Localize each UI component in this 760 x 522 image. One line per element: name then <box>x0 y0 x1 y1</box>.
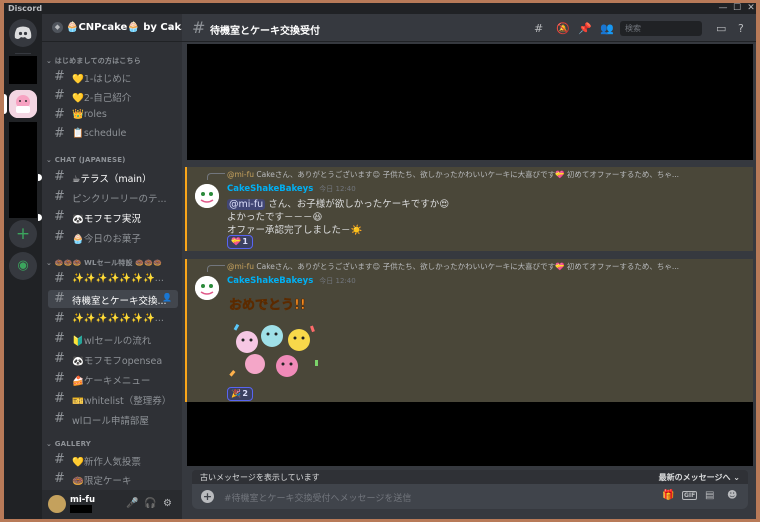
server-rail: + ◉ <box>4 14 42 519</box>
selected-server-pill <box>4 94 7 114</box>
message-input[interactable]: #待機室とケーキ交換受付へメッセージを送信 <box>224 491 411 504</box>
invite-icon[interactable]: 👤 <box>162 293 172 302</box>
channel-item[interactable]: # 🐼モフモフopensea <box>48 350 178 368</box>
message-author: CakeShakeBakeys 今日 12:40 <box>227 276 356 286</box>
category-chat[interactable]: ⌄ CHAT (JAPANESE) <box>46 156 126 164</box>
add-server-icon[interactable]: + <box>9 220 37 248</box>
channel-item[interactable]: # 🧁今日のお菓子 <box>48 228 178 246</box>
hidden-content <box>187 44 753 160</box>
reaction-button[interactable]: 🎉 2 <box>227 387 253 401</box>
category-gallery[interactable]: ⌄ GALLERY <box>46 440 91 448</box>
pin-icon[interactable]: 📌 <box>578 22 592 35</box>
reply-connector <box>207 265 225 272</box>
message-line: よかったです－－－😆 <box>227 212 323 223</box>
category-wl-sale[interactable]: ⌄ 🍩🍩🍩 WLセール特設 🍩🍩🍩 <box>46 258 162 268</box>
discord-logo-icon <box>14 26 32 39</box>
chat-area: # 待機室とケーキ交換受付 # 🔕 📌 👥 検索 ▭ ? @mi-fu Cake… <box>182 14 756 519</box>
message-line: オファー承認完了しました－☀️ <box>227 225 363 236</box>
server-icon-cnpcake[interactable] <box>9 90 37 118</box>
chevron-down-icon: ⌄ <box>167 21 176 32</box>
search-input[interactable]: 検索 <box>620 21 702 36</box>
headphones-icon[interactable]: 🎧 <box>144 498 156 509</box>
channel-item[interactable]: # ピンクリーリーのテ... <box>48 188 178 206</box>
mic-icon[interactable]: 🎤 <box>126 498 138 509</box>
sticker-text: おめでとう!! <box>229 298 306 314</box>
title-bar: Discord — ☐ ✕ <box>4 3 756 14</box>
channel-sidebar: ◆ 🧁CNPcake🧁 by Cak… ⌄ ⌄ はじめましての方はこちら # 💛1… <box>38 14 191 519</box>
user-panel: mi-fu 🎤 🎧 ⚙ <box>42 490 182 519</box>
chat-message[interactable]: @mi-fu Cakeさん、ありがとうございます😊 子供たち、欲しかったかわいい… <box>185 167 753 251</box>
help-icon[interactable]: ? <box>738 22 744 35</box>
older-messages-bar[interactable]: 古いメッセージを表示しています 最新のメッセージへ ⌄ <box>192 470 748 484</box>
settings-icon[interactable]: ⚙ <box>163 498 172 509</box>
attach-button[interactable]: + <box>201 490 214 503</box>
hidden-content <box>187 402 753 466</box>
threads-icon[interactable]: # <box>534 22 543 35</box>
reply-connector <box>207 173 225 180</box>
cake-avatar-icon <box>195 184 219 208</box>
channel-item[interactable]: # 🎫whitelist（整理券） <box>48 390 178 408</box>
server-boost-icon: ◆ <box>52 22 63 33</box>
explore-icon[interactable]: ◉ <box>9 252 37 280</box>
channel-title: 待機室とケーキ交換受付 <box>210 26 320 37</box>
server-icon-hidden[interactable] <box>9 56 37 84</box>
members-icon[interactable]: 👥 <box>600 22 614 35</box>
channel-item[interactable]: # ✨✨✨✨✨✨✨... <box>48 270 178 288</box>
message-line: @mi-fu さん、お子様が欲しかったケーキですか😍 <box>227 199 450 210</box>
chat-message[interactable]: @mi-fu Cakeさん、ありがとうございます😊 子供たち、欲しかったかわいい… <box>185 259 753 402</box>
channel-item[interactable]: # 💛新作人気投票 <box>48 451 178 469</box>
close-button[interactable]: ✕ <box>744 3 756 14</box>
reply-preview[interactable]: @mi-fu Cakeさん、ありがとうございます😊 子供たち、欲しかったかわいい… <box>227 261 727 272</box>
user-tag-hidden <box>70 505 92 513</box>
hashtag-icon: # <box>192 18 206 37</box>
channel-item[interactable]: # 👑roles <box>48 106 178 124</box>
inbox-icon[interactable]: ▭ <box>716 22 726 35</box>
avatar[interactable] <box>195 276 219 300</box>
minimize-button[interactable]: — <box>716 3 730 14</box>
avatar[interactable] <box>195 184 219 208</box>
unread-indicator <box>38 214 42 221</box>
reaction-button[interactable]: 💝 1 <box>227 235 253 249</box>
channel-item[interactable]: # 🍰ケーキメニュー <box>48 370 178 388</box>
rail-divider <box>15 53 31 54</box>
category-welcome[interactable]: ⌄ はじめましての方はこちら <box>46 56 141 66</box>
channel-item-terrace[interactable]: # ☕テラス（main） <box>48 168 178 186</box>
celebration-sticker[interactable]: おめでとう!! <box>227 290 323 384</box>
channel-item[interactable]: # ✨✨✨✨✨✨✨... <box>48 310 178 328</box>
older-notice: 古いメッセージを表示しています <box>200 473 320 482</box>
home-button[interactable] <box>9 19 37 47</box>
jump-to-latest-button[interactable]: 最新のメッセージへ ⌄ <box>659 472 740 483</box>
username: mi-fu <box>70 495 96 505</box>
avatar[interactable] <box>48 495 66 513</box>
message-composer: + #待機室とケーキ交換受付へメッセージを送信 🎁 GIF ▤ ☻ <box>192 484 748 509</box>
unread-indicator <box>38 174 42 181</box>
channel-item[interactable]: # 💛1-はじめに <box>48 68 178 86</box>
channel-item[interactable]: # 🍩限定ケーキ <box>48 470 178 488</box>
server-icons-hidden[interactable] <box>9 122 37 218</box>
channel-item[interactable]: # 🔰wlセールの流れ <box>48 330 178 348</box>
channel-item[interactable]: # wlロール申請部屋 <box>48 410 178 428</box>
channel-item-active[interactable]: # 待機室とケーキ交換... 👤 <box>48 290 178 308</box>
reply-preview[interactable]: @mi-fu Cakeさん、ありがとうございます😊 子供たち、欲しかったかわいい… <box>227 169 727 180</box>
maximize-button[interactable]: ☐ <box>730 3 744 14</box>
channel-header: # 待機室とケーキ交換受付 # 🔕 📌 👥 検索 ▭ ? <box>182 14 756 42</box>
channel-item-live[interactable]: # 🐼モフモフ実況 <box>48 208 178 226</box>
emoji-icon[interactable]: ☻ <box>727 490 737 501</box>
channel-item[interactable]: # 📋schedule <box>48 125 178 143</box>
discord-window: Discord — ☐ ✕ + ◉ ◆ 🧁CNPcake� <box>4 3 756 519</box>
gif-button[interactable]: GIF <box>682 491 698 500</box>
channel-item[interactable]: # 💛2-自己紹介 <box>48 87 178 105</box>
cake-server-icon <box>9 90 37 118</box>
mute-icon[interactable]: 🔕 <box>556 22 570 35</box>
app-name: Discord <box>8 4 43 13</box>
sticker-icon[interactable]: ▤ <box>705 490 714 501</box>
server-header[interactable]: ◆ 🧁CNPcake🧁 by Cak… ⌄ <box>42 14 191 42</box>
gift-icon[interactable]: 🎁 <box>662 490 674 501</box>
cake-avatar-icon <box>195 276 219 300</box>
message-author: CakeShakeBakeys 今日 12:40 <box>227 184 356 194</box>
